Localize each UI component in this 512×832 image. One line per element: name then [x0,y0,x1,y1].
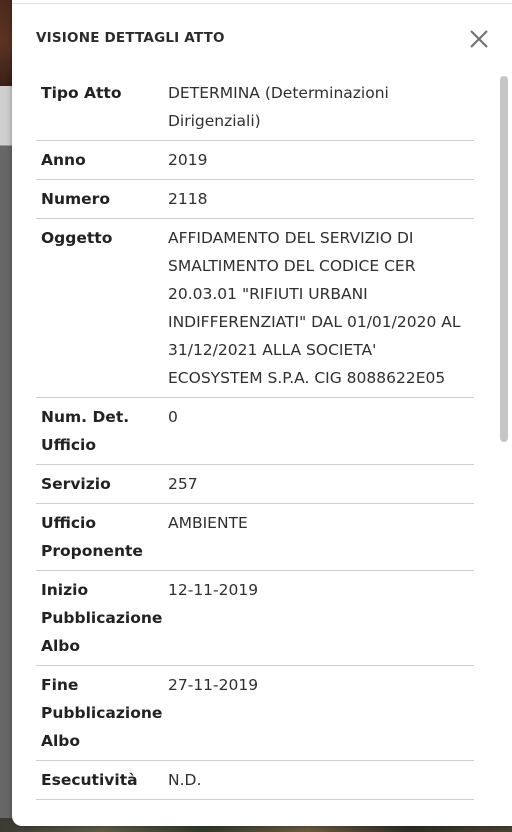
close-icon [470,30,488,48]
row-label: Inizio Pubblicazione Albo [41,581,163,655]
table-row: Oggetto AFFIDAMENTO DEL SERVIZIO DI SMAL… [36,219,474,398]
scrollbar-thumb[interactable] [500,76,508,442]
modal-title: VISIONE DETTAGLI ATTO [36,30,225,46]
table-row: Esecutività N.D. [36,761,474,800]
row-label: Fine Pubblicazione Albo [41,676,163,750]
scrollbar[interactable] [498,74,510,826]
details-table: Tipo Atto DETERMINA (Determinazioni Diri… [36,74,474,800]
row-value: 0 [168,408,178,426]
row-value: 2019 [168,151,208,169]
details-table-container: Tipo Atto DETERMINA (Determinazioni Diri… [36,74,474,826]
row-label: Ufficio Proponente [41,514,143,560]
row-label: Esecutività [41,771,138,789]
row-value: 12-11-2019 [168,581,259,599]
row-value: N.D. [168,771,202,789]
table-row: Servizio 257 [36,465,474,504]
row-label: Oggetto [41,229,113,247]
table-row: Tipo Atto DETERMINA (Determinazioni Diri… [36,74,474,141]
row-value: 257 [168,475,198,493]
table-row: Num. Det. Ufficio 0 [36,398,474,465]
table-row: Fine Pubblicazione Albo 27-11-2019 [36,666,474,761]
modal-top-border [12,0,512,4]
row-label: Tipo Atto [41,84,122,102]
row-value: AMBIENTE [168,514,248,532]
row-value: 2118 [168,190,208,208]
row-label: Servizio [41,475,111,493]
row-value: DETERMINA (Determinazioni Dirigenziali) [168,84,389,130]
row-value: 27-11-2019 [168,676,259,694]
row-label: Anno [41,151,86,169]
row-label: Num. Det. Ufficio [41,408,130,454]
details-modal: VISIONE DETTAGLI ATTO Tipo Atto DETERMIN… [12,0,512,826]
table-row: Ufficio Proponente AMBIENTE [36,504,474,571]
table-row: Inizio Pubblicazione Albo 12-11-2019 [36,571,474,666]
table-row: Anno 2019 [36,141,474,180]
row-label: Numero [41,190,110,208]
table-row: Numero 2118 [36,180,474,219]
close-button[interactable] [466,26,492,52]
row-value: AFFIDAMENTO DEL SERVIZIO DI SMALTIMENTO … [168,229,461,387]
